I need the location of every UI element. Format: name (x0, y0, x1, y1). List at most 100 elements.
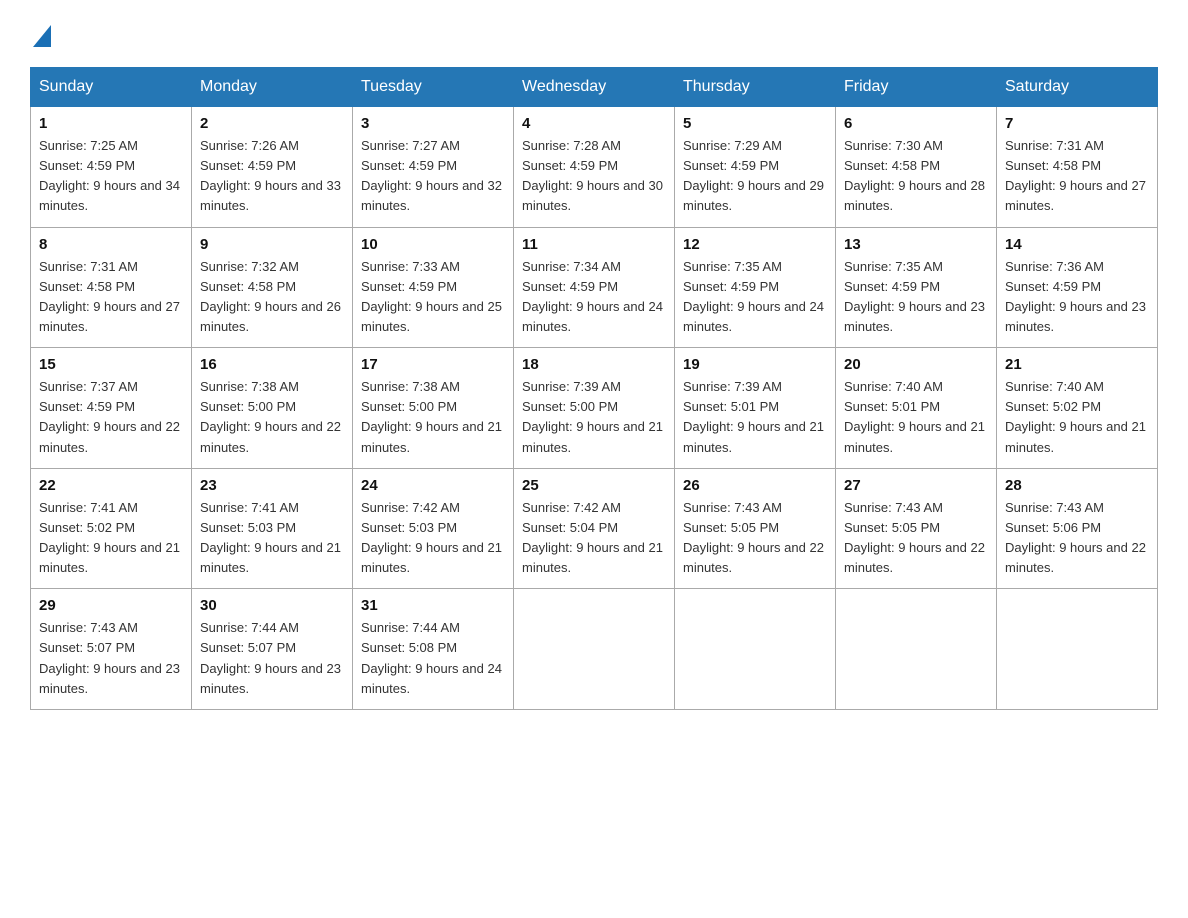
day-info: Sunrise: 7:44 AMSunset: 5:08 PMDaylight:… (361, 620, 502, 695)
calendar-cell: 14 Sunrise: 7:36 AMSunset: 4:59 PMDaylig… (997, 227, 1158, 348)
day-number: 25 (522, 477, 666, 494)
day-number: 28 (1005, 477, 1149, 494)
day-info: Sunrise: 7:33 AMSunset: 4:59 PMDaylight:… (361, 259, 502, 334)
day-number: 31 (361, 597, 505, 614)
calendar-cell (836, 589, 997, 710)
day-number: 10 (361, 236, 505, 253)
day-number: 23 (200, 477, 344, 494)
calendar-cell: 16 Sunrise: 7:38 AMSunset: 5:00 PMDaylig… (192, 348, 353, 469)
calendar-cell: 29 Sunrise: 7:43 AMSunset: 5:07 PMDaylig… (31, 589, 192, 710)
calendar-week-row: 29 Sunrise: 7:43 AMSunset: 5:07 PMDaylig… (31, 589, 1158, 710)
calendar-cell (675, 589, 836, 710)
day-number: 8 (39, 236, 183, 253)
calendar-cell: 17 Sunrise: 7:38 AMSunset: 5:00 PMDaylig… (353, 348, 514, 469)
day-number: 13 (844, 236, 988, 253)
day-info: Sunrise: 7:43 AMSunset: 5:07 PMDaylight:… (39, 620, 180, 695)
day-number: 9 (200, 236, 344, 253)
day-info: Sunrise: 7:31 AMSunset: 4:58 PMDaylight:… (1005, 138, 1146, 213)
calendar-cell: 23 Sunrise: 7:41 AMSunset: 5:03 PMDaylig… (192, 468, 353, 589)
calendar-cell: 19 Sunrise: 7:39 AMSunset: 5:01 PMDaylig… (675, 348, 836, 469)
calendar-cell: 12 Sunrise: 7:35 AMSunset: 4:59 PMDaylig… (675, 227, 836, 348)
calendar-cell: 10 Sunrise: 7:33 AMSunset: 4:59 PMDaylig… (353, 227, 514, 348)
day-info: Sunrise: 7:34 AMSunset: 4:59 PMDaylight:… (522, 259, 663, 334)
day-info: Sunrise: 7:41 AMSunset: 5:03 PMDaylight:… (200, 500, 341, 575)
day-info: Sunrise: 7:39 AMSunset: 5:01 PMDaylight:… (683, 379, 824, 454)
day-number: 5 (683, 115, 827, 132)
weekday-header-monday: Monday (192, 68, 353, 107)
day-info: Sunrise: 7:36 AMSunset: 4:59 PMDaylight:… (1005, 259, 1146, 334)
calendar-cell: 7 Sunrise: 7:31 AMSunset: 4:58 PMDayligh… (997, 107, 1158, 228)
weekday-header-tuesday: Tuesday (353, 68, 514, 107)
day-info: Sunrise: 7:42 AMSunset: 5:03 PMDaylight:… (361, 500, 502, 575)
calendar-cell: 4 Sunrise: 7:28 AMSunset: 4:59 PMDayligh… (514, 107, 675, 228)
day-info: Sunrise: 7:35 AMSunset: 4:59 PMDaylight:… (683, 259, 824, 334)
calendar-cell: 20 Sunrise: 7:40 AMSunset: 5:01 PMDaylig… (836, 348, 997, 469)
day-number: 17 (361, 356, 505, 373)
weekday-header-row: SundayMondayTuesdayWednesdayThursdayFrid… (31, 68, 1158, 107)
calendar-cell: 5 Sunrise: 7:29 AMSunset: 4:59 PMDayligh… (675, 107, 836, 228)
calendar-cell: 25 Sunrise: 7:42 AMSunset: 5:04 PMDaylig… (514, 468, 675, 589)
calendar-cell: 3 Sunrise: 7:27 AMSunset: 4:59 PMDayligh… (353, 107, 514, 228)
day-info: Sunrise: 7:29 AMSunset: 4:59 PMDaylight:… (683, 138, 824, 213)
weekday-header-saturday: Saturday (997, 68, 1158, 107)
calendar-cell: 18 Sunrise: 7:39 AMSunset: 5:00 PMDaylig… (514, 348, 675, 469)
day-number: 12 (683, 236, 827, 253)
calendar-table: SundayMondayTuesdayWednesdayThursdayFrid… (30, 67, 1158, 710)
calendar-cell: 26 Sunrise: 7:43 AMSunset: 5:05 PMDaylig… (675, 468, 836, 589)
day-number: 15 (39, 356, 183, 373)
logo-triangle-icon (33, 25, 51, 47)
day-info: Sunrise: 7:43 AMSunset: 5:05 PMDaylight:… (844, 500, 985, 575)
day-info: Sunrise: 7:32 AMSunset: 4:58 PMDaylight:… (200, 259, 341, 334)
day-info: Sunrise: 7:38 AMSunset: 5:00 PMDaylight:… (361, 379, 502, 454)
day-number: 14 (1005, 236, 1149, 253)
day-info: Sunrise: 7:25 AMSunset: 4:59 PMDaylight:… (39, 138, 180, 213)
calendar-week-row: 8 Sunrise: 7:31 AMSunset: 4:58 PMDayligh… (31, 227, 1158, 348)
weekday-header-wednesday: Wednesday (514, 68, 675, 107)
day-number: 2 (200, 115, 344, 132)
weekday-header-friday: Friday (836, 68, 997, 107)
calendar-cell: 22 Sunrise: 7:41 AMSunset: 5:02 PMDaylig… (31, 468, 192, 589)
day-number: 18 (522, 356, 666, 373)
day-number: 27 (844, 477, 988, 494)
weekday-header-thursday: Thursday (675, 68, 836, 107)
calendar-cell: 21 Sunrise: 7:40 AMSunset: 5:02 PMDaylig… (997, 348, 1158, 469)
day-number: 20 (844, 356, 988, 373)
calendar-header: SundayMondayTuesdayWednesdayThursdayFrid… (31, 68, 1158, 107)
day-info: Sunrise: 7:37 AMSunset: 4:59 PMDaylight:… (39, 379, 180, 454)
calendar-cell: 11 Sunrise: 7:34 AMSunset: 4:59 PMDaylig… (514, 227, 675, 348)
calendar-cell: 2 Sunrise: 7:26 AMSunset: 4:59 PMDayligh… (192, 107, 353, 228)
day-info: Sunrise: 7:28 AMSunset: 4:59 PMDaylight:… (522, 138, 663, 213)
calendar-cell: 24 Sunrise: 7:42 AMSunset: 5:03 PMDaylig… (353, 468, 514, 589)
day-info: Sunrise: 7:30 AMSunset: 4:58 PMDaylight:… (844, 138, 985, 213)
day-info: Sunrise: 7:43 AMSunset: 5:05 PMDaylight:… (683, 500, 824, 575)
calendar-cell: 9 Sunrise: 7:32 AMSunset: 4:58 PMDayligh… (192, 227, 353, 348)
calendar-body: 1 Sunrise: 7:25 AMSunset: 4:59 PMDayligh… (31, 107, 1158, 710)
logo (30, 20, 51, 47)
calendar-week-row: 1 Sunrise: 7:25 AMSunset: 4:59 PMDayligh… (31, 107, 1158, 228)
day-number: 29 (39, 597, 183, 614)
day-info: Sunrise: 7:40 AMSunset: 5:01 PMDaylight:… (844, 379, 985, 454)
day-info: Sunrise: 7:27 AMSunset: 4:59 PMDaylight:… (361, 138, 502, 213)
day-number: 3 (361, 115, 505, 132)
calendar-cell: 28 Sunrise: 7:43 AMSunset: 5:06 PMDaylig… (997, 468, 1158, 589)
calendar-cell: 31 Sunrise: 7:44 AMSunset: 5:08 PMDaylig… (353, 589, 514, 710)
calendar-cell (997, 589, 1158, 710)
day-number: 19 (683, 356, 827, 373)
calendar-cell (514, 589, 675, 710)
calendar-cell: 30 Sunrise: 7:44 AMSunset: 5:07 PMDaylig… (192, 589, 353, 710)
day-number: 22 (39, 477, 183, 494)
day-number: 1 (39, 115, 183, 132)
day-info: Sunrise: 7:26 AMSunset: 4:59 PMDaylight:… (200, 138, 341, 213)
calendar-cell: 6 Sunrise: 7:30 AMSunset: 4:58 PMDayligh… (836, 107, 997, 228)
day-number: 30 (200, 597, 344, 614)
page-header (30, 20, 1158, 47)
calendar-cell: 1 Sunrise: 7:25 AMSunset: 4:59 PMDayligh… (31, 107, 192, 228)
calendar-cell: 15 Sunrise: 7:37 AMSunset: 4:59 PMDaylig… (31, 348, 192, 469)
day-number: 4 (522, 115, 666, 132)
day-number: 21 (1005, 356, 1149, 373)
day-info: Sunrise: 7:31 AMSunset: 4:58 PMDaylight:… (39, 259, 180, 334)
day-number: 24 (361, 477, 505, 494)
day-info: Sunrise: 7:40 AMSunset: 5:02 PMDaylight:… (1005, 379, 1146, 454)
calendar-cell: 8 Sunrise: 7:31 AMSunset: 4:58 PMDayligh… (31, 227, 192, 348)
calendar-week-row: 22 Sunrise: 7:41 AMSunset: 5:02 PMDaylig… (31, 468, 1158, 589)
